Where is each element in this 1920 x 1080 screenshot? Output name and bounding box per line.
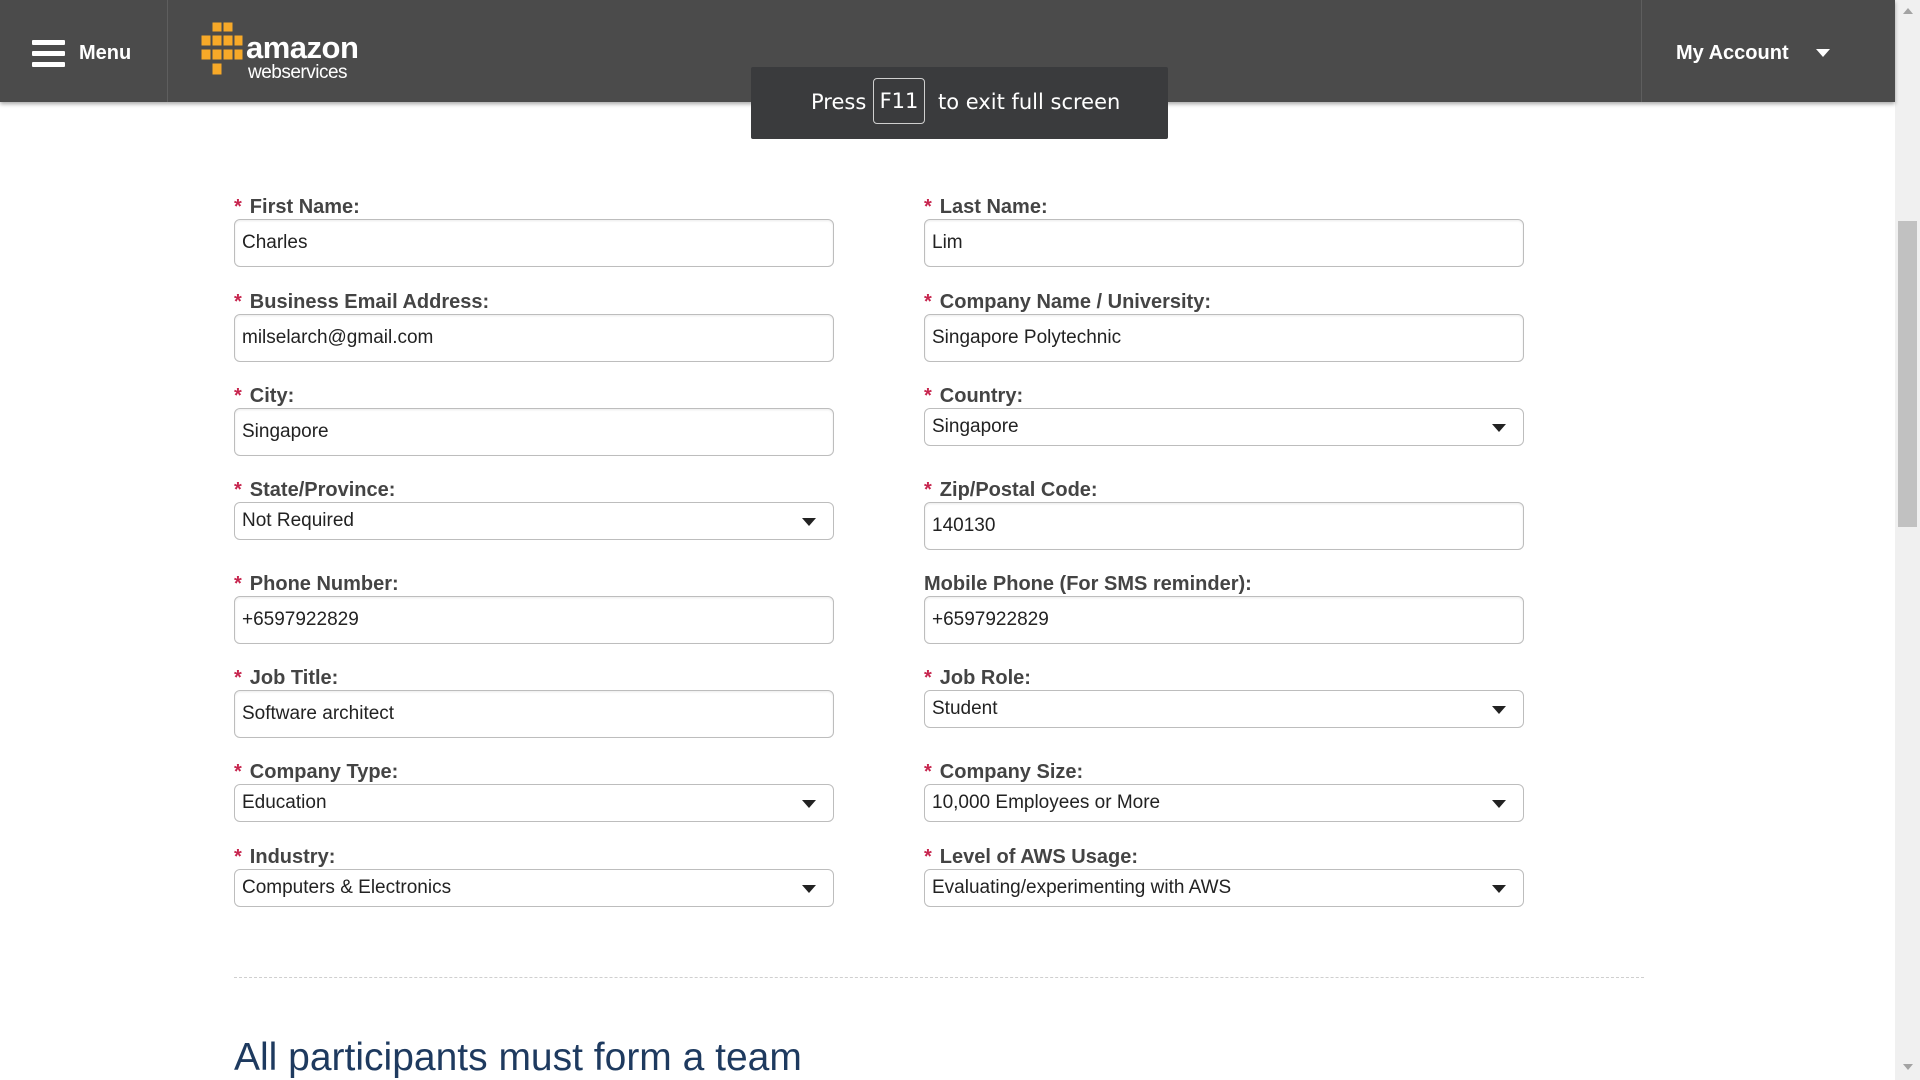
required-marker: * (924, 196, 932, 218)
last-name-label: Last Name: (939, 196, 1048, 218)
caret-down-icon (1492, 706, 1506, 714)
aws-usage-select-value: Evaluating/experimenting with AWS (932, 877, 1232, 898)
my-account-label: My Account (1676, 42, 1789, 64)
aws-usage-label: Level of AWS Usage: (939, 846, 1138, 868)
required-marker: * (234, 479, 242, 501)
industry-select[interactable]: Computers & Electronics (234, 869, 834, 907)
state-select-value: Not Required (242, 510, 354, 531)
toast-press-text: Press (811, 90, 867, 114)
caret-down-icon (1492, 424, 1506, 432)
country-label: Country: (939, 385, 1024, 407)
phone-label: Phone Number: (249, 573, 399, 595)
scroll-down-arrow-icon[interactable] (1903, 1064, 1913, 1070)
logo-subtext: webservices (248, 62, 348, 83)
country-select[interactable]: Singapore (924, 408, 1524, 446)
job-role-label: Job Role: (939, 667, 1031, 689)
required-marker: * (234, 761, 242, 783)
required-marker: * (924, 667, 932, 689)
caret-down-icon (802, 518, 816, 526)
industry-label: Industry: (249, 846, 336, 868)
team-section-heading: All participants must form a team (234, 1036, 802, 1079)
logo-wordmark: amazon (246, 30, 359, 65)
my-account-dropdown[interactable]: My Account (1641, 0, 1895, 102)
company-size-select-value: 10,000 Employees or More (932, 792, 1161, 813)
company-type-label: Company Type: (249, 761, 399, 783)
zip-input[interactable]: 140130 (924, 502, 1524, 550)
aws-logo[interactable]: amazon webservices (198, 20, 368, 84)
required-marker: * (924, 846, 932, 868)
company-type-select[interactable]: Education (234, 784, 834, 822)
required-marker: * (234, 291, 242, 313)
mobile-input[interactable]: +6597922829 (924, 596, 1524, 644)
required-marker: * (234, 196, 242, 218)
company-size-select[interactable]: 10,000 Employees or More (924, 784, 1524, 822)
city-input[interactable]: Singapore (234, 408, 834, 456)
job-title-label: Job Title: (249, 667, 339, 689)
phone-input[interactable]: +6597922829 (234, 596, 834, 644)
required-marker: * (924, 385, 932, 407)
required-marker: * (234, 385, 242, 407)
company-name-input[interactable]: Singapore Polytechnic (924, 314, 1524, 362)
company-name-label: Company Name / University: (939, 291, 1211, 313)
required-marker: * (924, 479, 932, 501)
aws-cubes-icon (200, 21, 244, 76)
scroll-up-arrow-icon[interactable] (1903, 8, 1913, 14)
scrollbar-thumb[interactable] (1898, 221, 1917, 527)
zip-label: Zip/Postal Code: (939, 479, 1098, 501)
required-marker: * (924, 291, 932, 313)
state-select[interactable]: Not Required (234, 502, 834, 540)
menu-label: Menu (79, 42, 132, 64)
required-marker: * (924, 761, 932, 783)
country-select-value: Singapore (932, 416, 1019, 437)
required-marker: * (234, 573, 242, 595)
first-name-label: First Name: (249, 196, 360, 218)
industry-select-value: Computers & Electronics (242, 877, 452, 898)
required-marker: * (234, 667, 242, 689)
city-label: City: (249, 385, 295, 407)
mobile-label: Mobile Phone (For SMS reminder): (924, 573, 1252, 595)
caret-down-icon (802, 885, 816, 893)
job-title-input[interactable]: Software architect (234, 690, 834, 738)
job-role-select-value: Student (932, 698, 998, 719)
caret-down-icon (1816, 49, 1830, 57)
company-type-select-value: Education (242, 792, 327, 813)
first-name-input[interactable]: Charles (234, 219, 834, 267)
last-name-input[interactable]: Lim (924, 219, 1524, 267)
hamburger-icon (32, 40, 65, 68)
vertical-scrollbar[interactable] (1895, 0, 1920, 1080)
aws-usage-select[interactable]: Evaluating/experimenting with AWS (924, 869, 1524, 907)
email-label: Business Email Address: (249, 291, 490, 313)
required-marker: * (234, 846, 242, 868)
company-size-label: Company Size: (939, 761, 1084, 783)
fullscreen-toast: Press F11 to exit full screen (751, 67, 1168, 139)
state-label: State/Province: (249, 479, 396, 501)
caret-down-icon (1492, 885, 1506, 893)
caret-down-icon (802, 800, 816, 808)
caret-down-icon (1492, 800, 1506, 808)
section-divider (234, 977, 1644, 978)
menu-button[interactable]: Menu (0, 0, 168, 102)
job-role-select[interactable]: Student (924, 690, 1524, 728)
toast-rest-text: to exit full screen (938, 90, 1121, 114)
toast-key-badge: F11 (873, 78, 925, 124)
email-input[interactable]: milselarch@gmail.com (234, 314, 834, 362)
